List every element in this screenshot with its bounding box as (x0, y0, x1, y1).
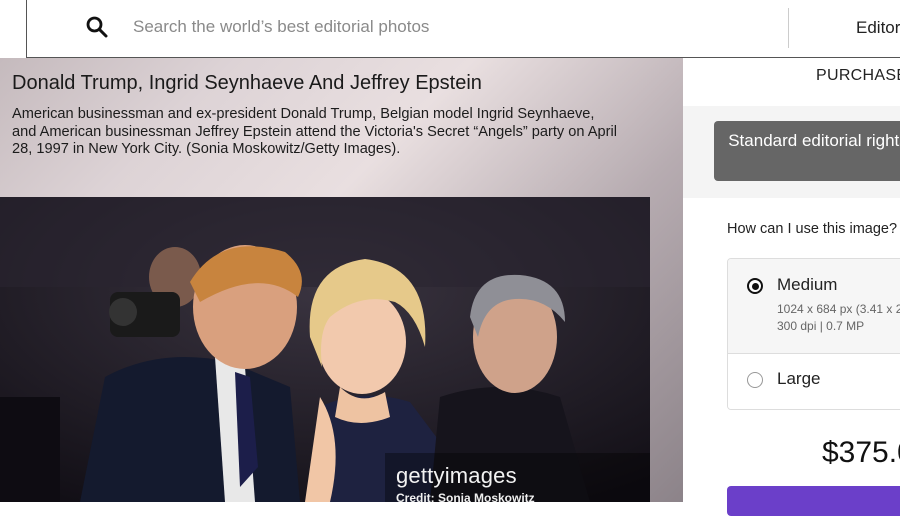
size-name-large: Large (777, 369, 821, 388)
radio-large[interactable] (747, 372, 763, 388)
image-title: Donald Trump, Ingrid Seynhaeve And Jeffr… (12, 72, 482, 94)
size-name-medium: Medium (777, 275, 838, 294)
watermark-credit: Credit: Sonia Moskowitz (396, 491, 535, 502)
search-bar (26, 0, 900, 58)
purchase-title: PURCHASE (816, 67, 900, 84)
buy-button[interactable] (727, 486, 900, 516)
image-caption: American businessman and ex-president Do… (12, 106, 617, 157)
search-icon[interactable] (85, 15, 109, 39)
standard-editorial-rights-tab[interactable]: Standard editorial rights (714, 121, 900, 181)
size-options: Medium 1024 x 684 px (3.41 x 2 300 dpi |… (727, 258, 900, 410)
size-option-medium[interactable]: Medium 1024 x 684 px (3.41 x 2 300 dpi |… (728, 259, 900, 353)
size-option-large[interactable]: Large (728, 354, 900, 409)
nav-editorial-link[interactable]: Editorial (856, 18, 900, 38)
search-input[interactable] (131, 12, 735, 42)
size-detail-dimensions: 1024 x 684 px (3.41 x 2 (777, 302, 900, 316)
nav-divider (788, 8, 789, 48)
photo-illustration (0, 197, 650, 502)
how-can-i-use-link[interactable]: How can I use this image? ( (727, 221, 900, 237)
price-display: $375.00 (822, 436, 900, 469)
radio-medium[interactable] (747, 278, 763, 294)
editorial-photo[interactable]: gettyimages Credit: Sonia Moskowitz (0, 197, 650, 502)
getty-watermark-logo: gettyimages (396, 463, 517, 488)
size-detail-resolution: 300 dpi | 0.7 MP (777, 319, 865, 333)
rights-tab-label: Standard editorial rights (728, 131, 900, 150)
